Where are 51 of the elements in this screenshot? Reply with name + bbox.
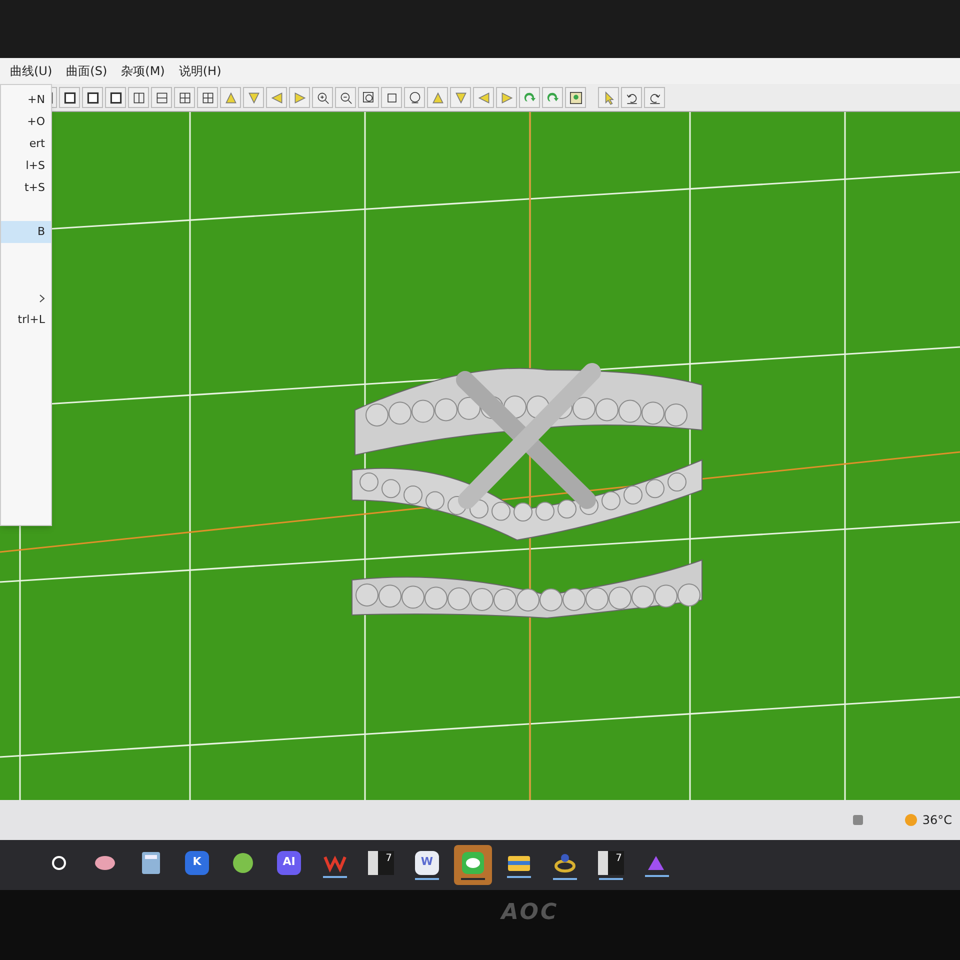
menu-item[interactable]: +O [1,111,51,133]
menu-item[interactable]: +N [1,89,51,111]
menu-item[interactable]: ert [1,133,51,155]
toolbar-button[interactable] [197,87,218,108]
notification-icon [852,814,864,826]
zoom-out-button[interactable] [335,87,356,108]
menu-item[interactable]: 说明(H) [178,62,222,80]
menu-item[interactable]: B [1,221,51,243]
menu-item[interactable]: 曲面(S) [66,62,108,80]
app-logo-icon: K [185,850,209,874]
toolbar-button[interactable] [128,87,149,108]
frame-icon [108,90,124,106]
toolbar-button[interactable] [644,87,665,108]
search-icon [50,854,68,872]
weather-icon [904,813,918,827]
toolbar-button[interactable] [381,87,402,108]
taskbar-app-button[interactable]: AI [270,845,308,885]
zoom-box-icon [360,90,376,106]
taskbar-app-button[interactable]: W [408,845,446,885]
toolbar-button[interactable] [82,87,103,108]
toolbar-button[interactable] [621,87,642,108]
rhino-logo-icon: 7 [368,850,394,874]
menu-item[interactable]: 杂项(M) [121,62,165,80]
temperature-text: 36°C [922,812,952,829]
toolbar-button[interactable] [105,87,126,108]
frame-icon [62,90,78,106]
chat-icon [461,850,485,874]
chevron-right-icon [39,294,45,302]
toolbar-button[interactable] [174,87,195,108]
toolbar-button[interactable] [404,87,425,108]
toolbar-button[interactable] [565,87,586,108]
calculator-icon [141,850,161,874]
menu-item[interactable]: t+S [1,177,51,199]
pan-icon [568,90,584,106]
toolbar-button[interactable] [358,87,379,108]
taskbar-app-button[interactable]: K [178,845,216,885]
toolbar-button[interactable] [59,87,80,108]
taskbar-app-button[interactable]: 7 [592,845,630,885]
brand-logo-text: AOC [501,899,559,927]
app-logo-icon: W [415,850,439,874]
taskbar-app-button[interactable]: 7 [362,845,400,885]
menu-item[interactable]: l+S [1,155,51,177]
taskbar-app-button[interactable] [454,845,492,885]
zoom-in-button[interactable] [312,87,333,108]
cloud-icon [231,850,255,874]
toolbar-button[interactable] [151,87,172,108]
menu-item[interactable]: 曲线(U) [10,62,52,80]
frame-icon [84,90,100,106]
rhino-logo-icon: 7 [598,850,624,874]
menu-item[interactable]: trl+L [1,309,51,331]
app-logo-icon: AI [277,850,301,874]
